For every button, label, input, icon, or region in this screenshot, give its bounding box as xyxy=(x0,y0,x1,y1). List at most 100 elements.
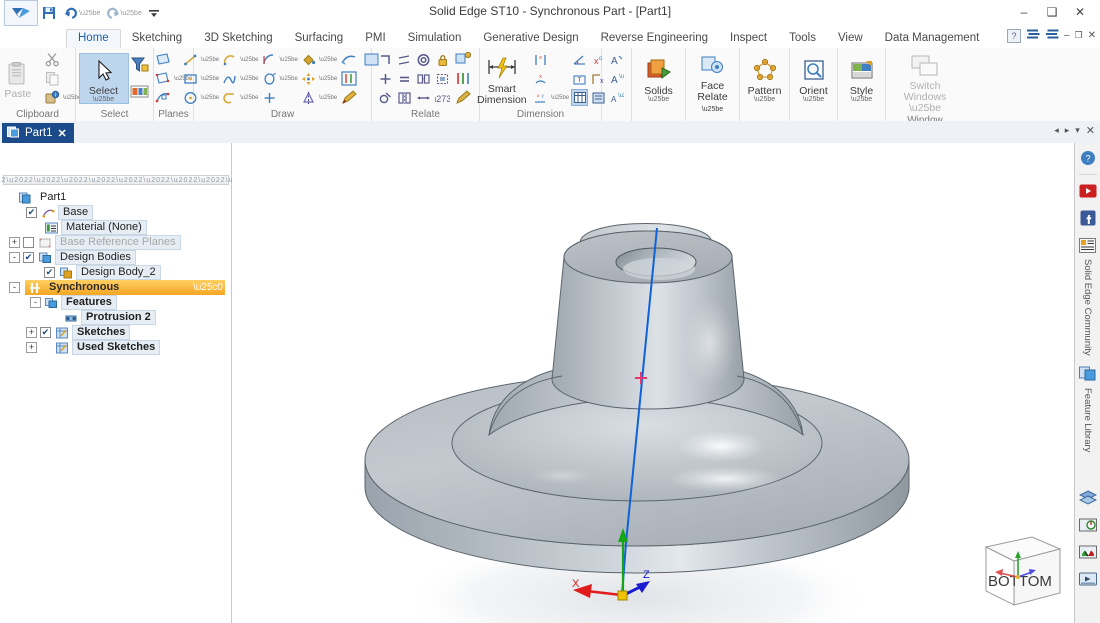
arc-dropdown-icon[interactable]: \u25be xyxy=(240,57,258,63)
tree-node-design-bodies[interactable]: - Design Bodies xyxy=(0,250,232,265)
tree-node-protrusion-2[interactable]: Protrusion 2 xyxy=(0,310,232,325)
equal-length-button[interactable] xyxy=(414,88,433,107)
tab-scroll-left-icon[interactable]: ◂ xyxy=(1054,125,1059,136)
offset-dropdown-icon[interactable]: \u25be xyxy=(280,76,298,82)
curve-dropdown-icon[interactable]: \u25be xyxy=(240,76,258,82)
tab-close-icon[interactable]: ✕ xyxy=(1086,124,1095,137)
minimize-button[interactable]: – xyxy=(1010,2,1038,22)
tangent-arc-dropdown-icon[interactable]: \u25be xyxy=(240,95,258,101)
circle-button[interactable]: \u25be xyxy=(181,88,220,107)
layers-icon[interactable] xyxy=(1076,486,1100,510)
connect-button[interactable] xyxy=(376,50,395,69)
symmetric-button[interactable] xyxy=(395,88,414,107)
distance-between-button[interactable]: x xyxy=(531,50,570,69)
equal-button[interactable] xyxy=(395,69,414,88)
edit-sketch-button[interactable] xyxy=(338,88,361,107)
rectangle-dropdown-icon[interactable]: \u25be xyxy=(201,76,219,82)
face-relate-button[interactable]: Face Relate \u25be xyxy=(688,49,738,115)
relationship-handles-button[interactable] xyxy=(338,69,361,88)
mirror-button[interactable]: \u25be xyxy=(299,88,338,107)
lock-button[interactable] xyxy=(433,50,452,69)
ellipse-button[interactable]: \u25be xyxy=(260,50,299,69)
panel-splitter[interactable]: \u2022\u2022\u2022\u2022\u2022\u2022\u20… xyxy=(0,175,252,185)
pattern-button[interactable]: Pattern \u25be xyxy=(740,54,790,103)
feature-library-icon[interactable] xyxy=(1076,362,1100,386)
design-bodies-checkbox[interactable] xyxy=(23,252,34,263)
tab-surfacing[interactable]: Surfacing xyxy=(284,30,355,48)
synchronous-collapse-arrow-icon[interactable]: \u25c0 xyxy=(193,282,223,293)
ribbon-collapse-icon[interactable] xyxy=(1045,28,1059,43)
collinear-button[interactable] xyxy=(376,88,395,107)
help-circle-icon[interactable]: ? xyxy=(1076,146,1100,170)
tab-view[interactable]: View xyxy=(827,30,874,48)
3d-model-view[interactable]: X Z BOTTOM xyxy=(232,143,1074,623)
tab-pmi[interactable]: PMI xyxy=(354,30,396,48)
line-dropdown-icon[interactable]: \u25be xyxy=(201,57,219,63)
base-checkbox[interactable] xyxy=(26,207,37,218)
point-button[interactable] xyxy=(260,88,299,107)
arc-button[interactable]: \u25be xyxy=(220,50,259,69)
tree-expand-toggle[interactable]: + xyxy=(26,327,37,338)
tree-node-synchronous[interactable]: Synchronous \u25c0 xyxy=(25,280,225,295)
tangent-arc-button[interactable]: \u25be xyxy=(220,88,259,107)
rectangle-button[interactable]: \u25be xyxy=(181,69,220,88)
help-button[interactable]: ? xyxy=(1006,28,1021,43)
solids-dropdown-icon[interactable]: \u25be xyxy=(648,96,669,103)
tab-reverse-engineering[interactable]: Reverse Engineering xyxy=(590,30,719,48)
angle-between-button[interactable] xyxy=(570,50,589,69)
document-tab-part1[interactable]: Part1 ✕ xyxy=(2,123,74,143)
doc-restore-button[interactable]: ❐ xyxy=(1075,30,1083,41)
select-button[interactable]: Select \u25be xyxy=(78,53,129,104)
graphics-window[interactable]: X Z BOTTOM xyxy=(232,143,1074,623)
tree-node-material[interactable]: Material (None) xyxy=(0,220,232,235)
symmetric-diameter-button[interactable]: x xyxy=(531,69,570,88)
close-button[interactable]: ✕ xyxy=(1066,2,1094,22)
tree-expand-toggle[interactable]: - xyxy=(30,297,41,308)
solids-button[interactable]: Solids \u25be xyxy=(634,54,684,103)
style-button[interactable]: Style \u25be xyxy=(837,54,887,103)
youtube-icon[interactable] xyxy=(1076,179,1100,203)
dimension-table-button[interactable] xyxy=(570,88,589,107)
solid-edge-community-icon[interactable] xyxy=(1076,233,1100,257)
design-body-2-checkbox[interactable] xyxy=(44,267,55,278)
tab-generative-design[interactable]: Generative Design xyxy=(472,30,589,48)
tab-3d-sketching[interactable]: 3D Sketching xyxy=(193,30,283,48)
fill-dropdown-icon[interactable]: \u25be xyxy=(319,57,337,63)
facebook-icon[interactable] xyxy=(1076,206,1100,230)
offset-button[interactable]: \u25be xyxy=(260,69,299,88)
circle-dropdown-icon[interactable]: \u25be xyxy=(201,95,219,101)
sensors-icon[interactable] xyxy=(1076,513,1100,537)
perpendicular-button[interactable] xyxy=(395,50,414,69)
pattern-dropdown-icon[interactable]: \u25be xyxy=(754,96,775,103)
rigid-set-button[interactable] xyxy=(433,69,452,88)
switch-windows-button[interactable]: Switch Windows \u25be xyxy=(893,49,957,114)
view-cube[interactable]: BOTTOM xyxy=(984,536,1062,606)
doc-minimize-button[interactable]: – xyxy=(1064,30,1070,41)
select-dropdown-icon[interactable]: \u25be xyxy=(93,96,114,103)
concentric-button[interactable] xyxy=(414,50,433,69)
select-tools-button[interactable] xyxy=(129,53,151,79)
tab-data-management[interactable]: Data Management xyxy=(874,30,991,48)
text-smaller-button[interactable]: A\u2193 xyxy=(607,88,626,107)
tree-node-base[interactable]: Base xyxy=(0,205,232,220)
style-dropdown-icon[interactable]: \u25be xyxy=(851,96,872,103)
tab-list-icon[interactable]: ▾ xyxy=(1075,125,1080,136)
doc-close-button[interactable]: ✕ xyxy=(1088,30,1096,41)
tree-node-features[interactable]: - Features xyxy=(0,295,232,310)
maintain-relationships-button[interactable]: \u2731 xyxy=(433,88,452,107)
move-dropdown-icon[interactable]: \u25be xyxy=(319,76,337,82)
tree-node-used-sketches[interactable]: + Used Sketches xyxy=(0,340,232,355)
coordinate-dimension-button[interactable]: x y \u25be xyxy=(531,88,570,107)
tree-expand-toggle[interactable]: - xyxy=(9,282,20,293)
project-curve-button[interactable] xyxy=(338,50,361,69)
orient-button[interactable]: Orient \u25be xyxy=(789,54,839,103)
tree-node-design-body-2[interactable]: Design Body_2 xyxy=(0,265,232,280)
tangent-button[interactable] xyxy=(414,69,433,88)
tab-simulation[interactable]: Simulation xyxy=(397,30,473,48)
line-button[interactable]: \u25be xyxy=(181,50,220,69)
text-larger-button[interactable]: A\u2191 xyxy=(607,69,626,88)
tab-sketching[interactable]: Sketching xyxy=(121,30,194,48)
mirror-dropdown-icon[interactable]: \u25be xyxy=(319,95,337,101)
maximize-button[interactable]: ❑ xyxy=(1038,2,1066,22)
angular-dimension-button[interactable]: T xyxy=(570,69,589,88)
